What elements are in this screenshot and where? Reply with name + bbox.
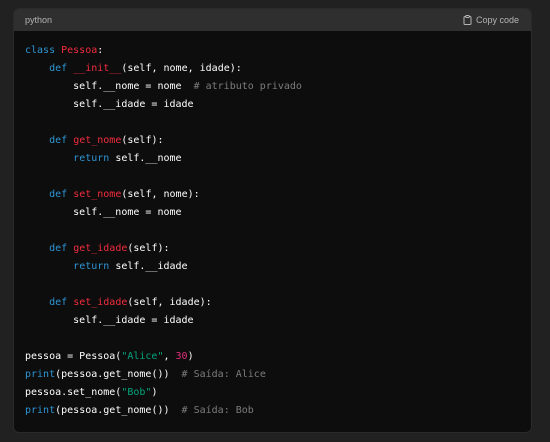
code-line: def get_idade(self): xyxy=(25,240,520,258)
code-token: (pessoa.get_nome()) xyxy=(55,369,182,380)
code-token: def xyxy=(49,297,74,308)
code-token: "Bob" xyxy=(121,387,152,398)
code-line: def get_nome(self): xyxy=(25,132,520,150)
code-line: pessoa.set_nome("Bob") xyxy=(25,384,520,402)
code-line: pessoa = Pessoa("Alice", 30) xyxy=(25,348,520,366)
code-token: class xyxy=(25,45,62,56)
code-token: self.__idade = idade xyxy=(25,99,194,110)
code-line: self.__nome = nome # atributo privado xyxy=(25,78,520,96)
code-token: get_nome xyxy=(73,135,122,146)
code-line: def set_idade(self, idade): xyxy=(25,294,520,312)
code-line: print(pessoa.get_nome()) # Saída: Bob xyxy=(25,402,520,420)
code-token: 30 xyxy=(175,351,188,362)
code-line: def __init__(self, nome, idade): xyxy=(25,60,520,78)
code-token: set_nome xyxy=(73,189,122,200)
code-line: def set_nome(self, nome): xyxy=(25,186,520,204)
code-token: (self): xyxy=(127,243,170,254)
code-token: print xyxy=(25,369,56,380)
code-line: print(pessoa.get_nome()) # Saída: Alice xyxy=(25,366,520,384)
code-token: __init__ xyxy=(73,63,122,74)
copy-code-button[interactable]: Copy code xyxy=(463,15,519,25)
code-token: , xyxy=(163,351,176,362)
code-token: ) xyxy=(187,351,194,362)
code-line: class Pessoa: xyxy=(25,42,520,60)
code-token: def xyxy=(49,135,74,146)
code-token: self.__idade = idade xyxy=(25,315,194,326)
code-token: # atributo privado xyxy=(193,81,302,92)
code-token: : xyxy=(97,45,104,56)
code-line: self.__idade = idade xyxy=(25,312,520,330)
code-line: self.__nome = nome xyxy=(25,204,520,222)
code-line: self.__idade = idade xyxy=(25,96,520,114)
code-token: # Saída: Bob xyxy=(181,405,254,416)
code-token: (self): xyxy=(121,135,164,146)
code-token: def xyxy=(49,189,74,200)
code-block: python Copy code class Pessoa: def __ini… xyxy=(13,8,532,433)
code-token: get_idade xyxy=(73,243,128,254)
code-token: self.__nome = nome xyxy=(25,81,194,92)
language-label: python xyxy=(25,15,53,25)
code-token: print xyxy=(25,405,56,416)
code-token: (self, nome, idade): xyxy=(121,63,242,74)
copy-code-label: Copy code xyxy=(475,15,519,25)
code-token: def xyxy=(49,63,74,74)
code-token: (pessoa.get_nome()) xyxy=(55,405,182,416)
code-line: return self.__nome xyxy=(25,150,520,168)
code-token: self.__nome = nome xyxy=(25,207,182,218)
code-token: ) xyxy=(151,387,158,398)
code-token: (self, idade): xyxy=(127,297,212,308)
code-content[interactable]: class Pessoa: def __init__(self, nome, i… xyxy=(14,31,531,420)
code-token: (self, nome): xyxy=(121,189,200,200)
code-token: pessoa.set_nome( xyxy=(25,387,122,398)
code-line: return self.__idade xyxy=(25,258,520,276)
code-token: return xyxy=(73,153,116,164)
code-token: self.__nome xyxy=(115,153,182,164)
code-token: Pessoa xyxy=(61,45,98,56)
code-block-header: python Copy code xyxy=(14,9,531,31)
code-token: # Saída: Alice xyxy=(181,369,266,380)
code-token: def xyxy=(49,243,74,254)
code-token: self.__idade xyxy=(115,261,188,272)
code-token: "Alice" xyxy=(121,351,164,362)
code-token: return xyxy=(73,261,116,272)
code-token: set_idade xyxy=(73,297,128,308)
code-token: pessoa = Pessoa( xyxy=(25,351,122,362)
clipboard-icon xyxy=(463,15,472,25)
